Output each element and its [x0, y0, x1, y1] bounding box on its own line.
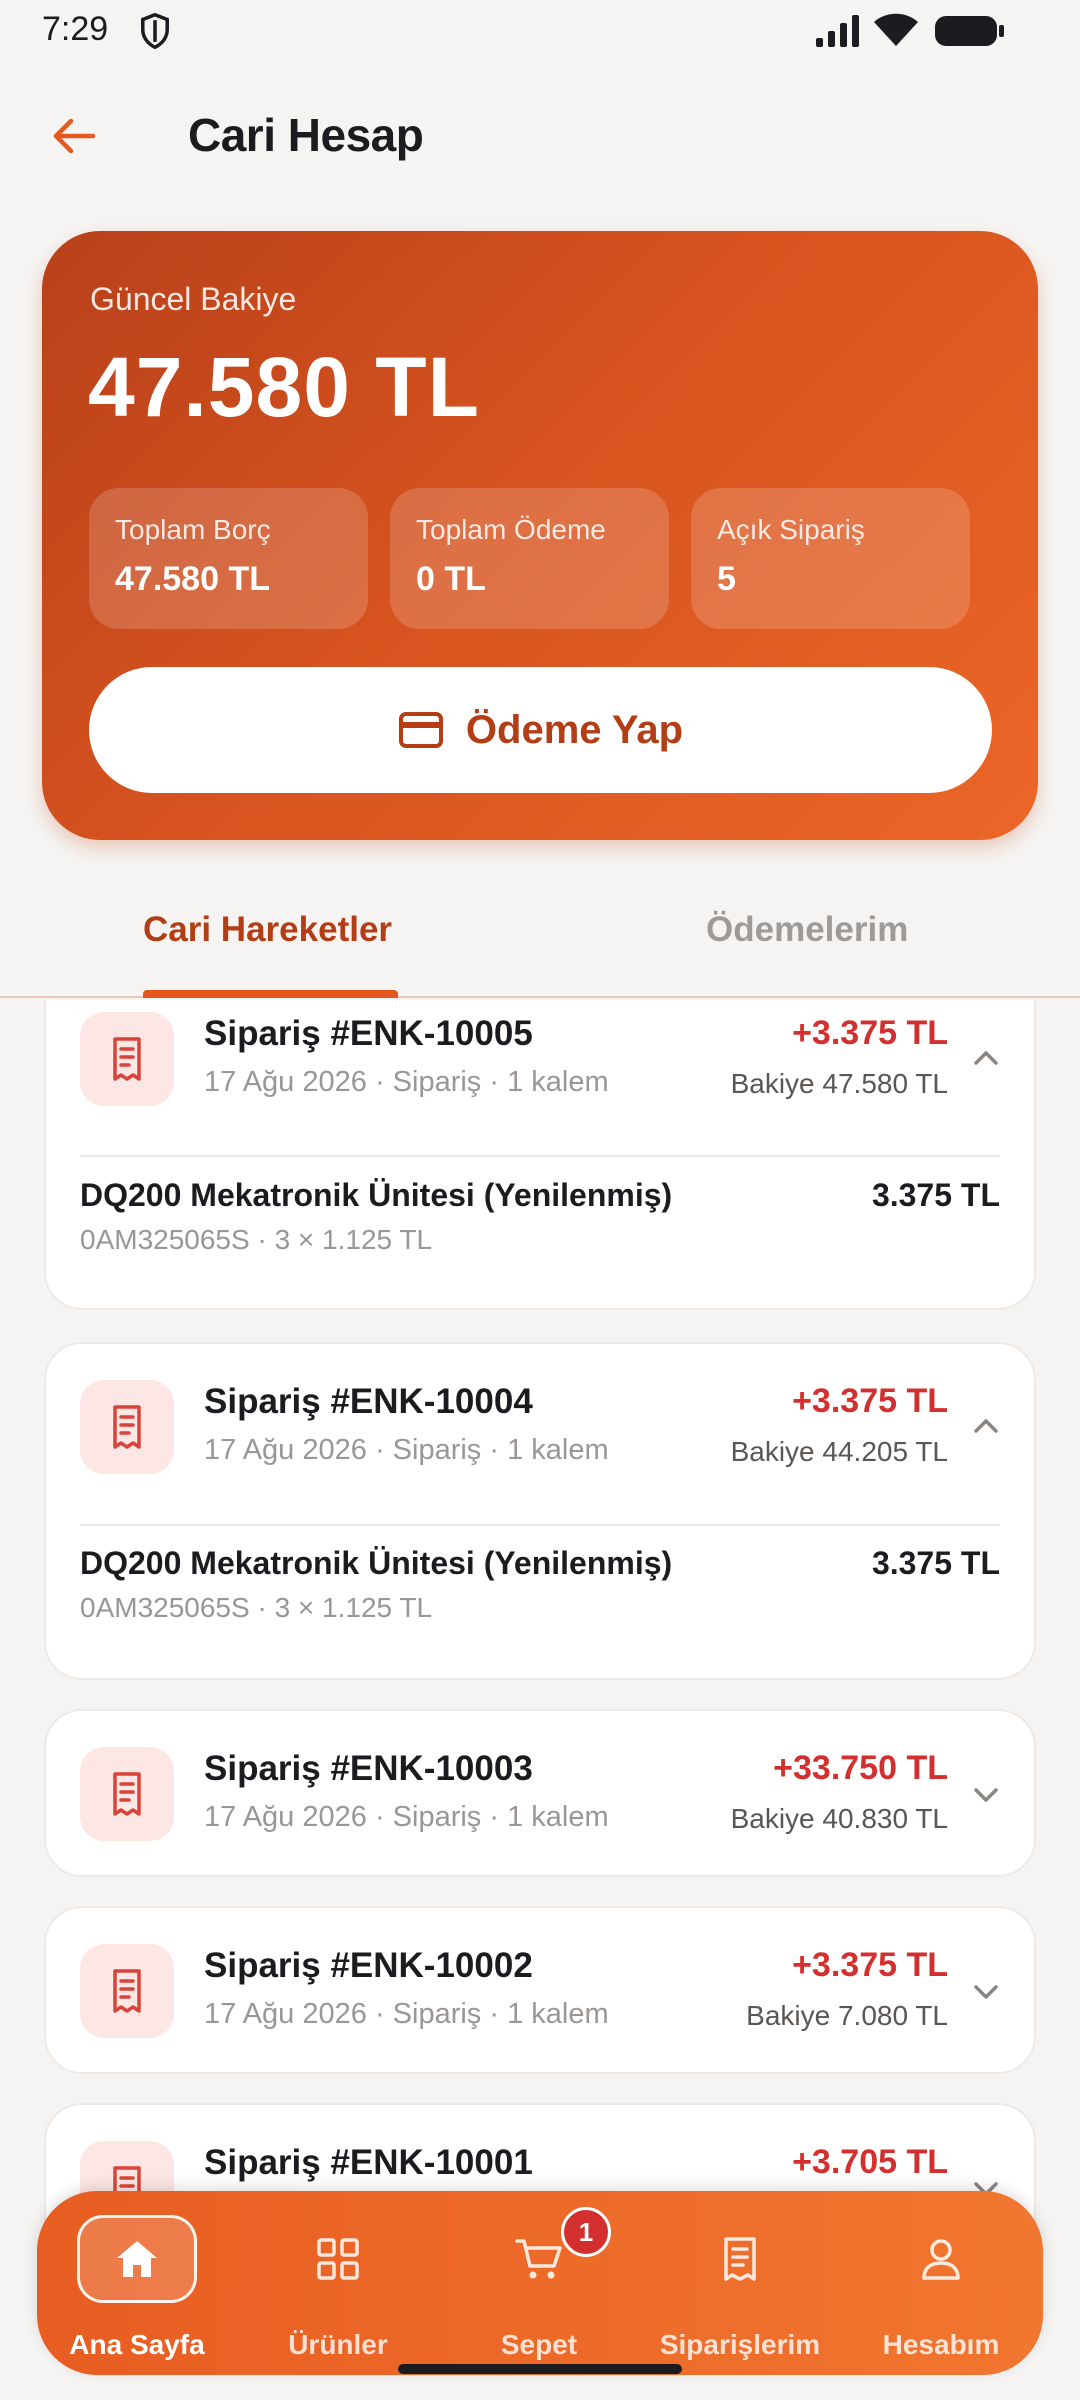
transaction-card[interactable]: Sipariş #ENK-10002 17 Ağu 2026 · Sipariş… — [44, 1906, 1036, 2074]
stat-total-payment: Toplam Ödeme 0 TL — [390, 488, 669, 629]
status-bar: 7:29 — [0, 0, 1080, 62]
transaction-card[interactable]: Sipariş #ENK-10005 17 Ağu 2026 · Sipariş… — [44, 1000, 1036, 1310]
pay-button[interactable]: Ödeme Yap — [89, 667, 992, 793]
divider — [80, 1155, 1000, 1157]
home-indicator — [398, 2364, 682, 2374]
signal-icon — [816, 15, 859, 47]
status-time: 7:29 — [42, 10, 109, 48]
balance-amount: 47.580 TL — [88, 340, 480, 434]
grid-icon — [278, 2215, 398, 2303]
transaction-subtitle: 17 Ağu 2026 · Sipariş · 1 kalem — [204, 1998, 609, 2030]
transaction-balance: Bakiye 44.205 TL — [730, 1436, 948, 1467]
nav-label: Ürünler — [288, 2329, 388, 2360]
receipt-icon — [680, 2215, 800, 2303]
home-icon — [77, 2215, 197, 2303]
item-name: DQ200 Mekatronik Ünitesi (Yenilenmiş) — [80, 1545, 673, 1581]
battery-icon — [935, 16, 1004, 46]
nav-label: Hesabım — [882, 2329, 1000, 2360]
transaction-amount: +3.705 TL — [792, 2143, 948, 2181]
back-button[interactable] — [44, 108, 104, 164]
tab-account-movements[interactable]: Cari Hareketler — [143, 910, 392, 950]
stat-value: 47.580 TL — [115, 560, 270, 598]
transaction-amount: +3.375 TL — [792, 1946, 948, 1984]
chevron-down-icon[interactable] — [966, 1775, 1006, 1815]
cart-badge: 1 — [561, 2207, 611, 2257]
item-meta: 0AM325065S · 3 × 1.125 TL — [80, 1592, 433, 1623]
receipt-icon — [80, 1012, 174, 1106]
transaction-subtitle: 17 Ağu 2026 · Sipariş · 1 kalem — [204, 1066, 609, 1098]
pay-button-label: Ödeme Yap — [465, 707, 684, 752]
nav-label: Siparişlerim — [659, 2329, 821, 2360]
transaction-amount: +33.750 TL — [773, 1749, 948, 1787]
chevron-down-icon[interactable] — [966, 1972, 1006, 2012]
nav-item-cart[interactable]: Sepet — [439, 2191, 639, 2375]
stat-value: 0 TL — [416, 560, 486, 598]
arrow-left-icon — [53, 118, 96, 154]
nav-item-products[interactable]: Ürünler — [238, 2191, 438, 2375]
shield-icon — [141, 12, 169, 50]
person-icon — [881, 2215, 1001, 2303]
chevron-up-icon[interactable] — [966, 1406, 1006, 1446]
nav-item-account[interactable]: Hesabım — [841, 2191, 1041, 2375]
item-name: DQ200 Mekatronik Ünitesi (Yenilenmiş) — [80, 1177, 673, 1213]
balance-label: Güncel Bakiye — [90, 281, 297, 317]
stat-value: 5 — [717, 560, 736, 598]
tab-indicator — [143, 990, 398, 998]
transaction-title: Sipariş #ENK-10001 — [204, 2143, 533, 2182]
transaction-title: Sipariş #ENK-10003 — [204, 1749, 533, 1788]
stat-open-orders: Açık Sipariş 5 — [691, 488, 970, 629]
receipt-icon — [80, 1944, 174, 2038]
transaction-subtitle: 17 Ağu 2026 · Sipariş · 1 kalem — [204, 1434, 609, 1466]
transaction-title: Sipariş #ENK-10004 — [204, 1382, 533, 1421]
page-title: Cari Hesap — [188, 109, 424, 161]
item-meta: 0AM325065S · 3 × 1.125 TL — [80, 1224, 433, 1255]
transaction-subtitle: 17 Ağu 2026 · Sipariş · 1 kalem — [204, 1801, 609, 1833]
transaction-amount: +3.375 TL — [792, 1014, 948, 1052]
transaction-amount: +3.375 TL — [792, 1382, 948, 1420]
stat-label: Toplam Ödeme — [416, 514, 606, 545]
transaction-balance: Bakiye 7.080 TL — [746, 2000, 948, 2031]
receipt-icon — [80, 1747, 174, 1841]
bottom-nav: Ana Sayfa Ürünler Sepet Siparişlerim Hes… — [37, 2191, 1043, 2375]
nav-item-home[interactable]: Ana Sayfa — [37, 2191, 237, 2375]
transaction-card[interactable]: Sipariş #ENK-10003 17 Ağu 2026 · Sipariş… — [44, 1709, 1036, 1877]
transaction-title: Sipariş #ENK-10002 — [204, 1946, 533, 1985]
nav-label: Ana Sayfa — [69, 2329, 205, 2360]
divider — [80, 1524, 1000, 1526]
receipt-icon — [80, 1380, 174, 1474]
chevron-up-icon[interactable] — [966, 1038, 1006, 1078]
credit-card-icon — [398, 712, 443, 748]
item-total: 3.375 TL — [871, 1545, 1000, 1581]
nav-item-orders[interactable]: Siparişlerim — [640, 2191, 840, 2375]
transaction-balance: Bakiye 47.580 TL — [730, 1068, 948, 1099]
stat-label: Toplam Borç — [115, 514, 271, 545]
tab-bar: Cari Hareketler Ödemelerim — [0, 880, 1080, 998]
balance-card: Güncel Bakiye 47.580 TL Toplam Borç 47.5… — [42, 231, 1038, 840]
stat-label: Açık Sipariş — [717, 514, 865, 545]
tab-my-payments[interactable]: Ödemelerim — [706, 910, 908, 950]
transaction-title: Sipariş #ENK-10005 — [204, 1014, 533, 1053]
transaction-balance: Bakiye 40.830 TL — [730, 1803, 948, 1834]
transaction-list[interactable]: Sipariş #ENK-10005 17 Ağu 2026 · Sipariş… — [0, 1000, 1080, 2400]
stat-total-debt: Toplam Borç 47.580 TL — [89, 488, 368, 629]
wifi-icon — [874, 13, 918, 46]
item-total: 3.375 TL — [871, 1177, 1000, 1213]
nav-label: Sepet — [500, 2329, 578, 2360]
transaction-card[interactable]: Sipariş #ENK-10004 17 Ağu 2026 · Sipariş… — [44, 1342, 1036, 1680]
